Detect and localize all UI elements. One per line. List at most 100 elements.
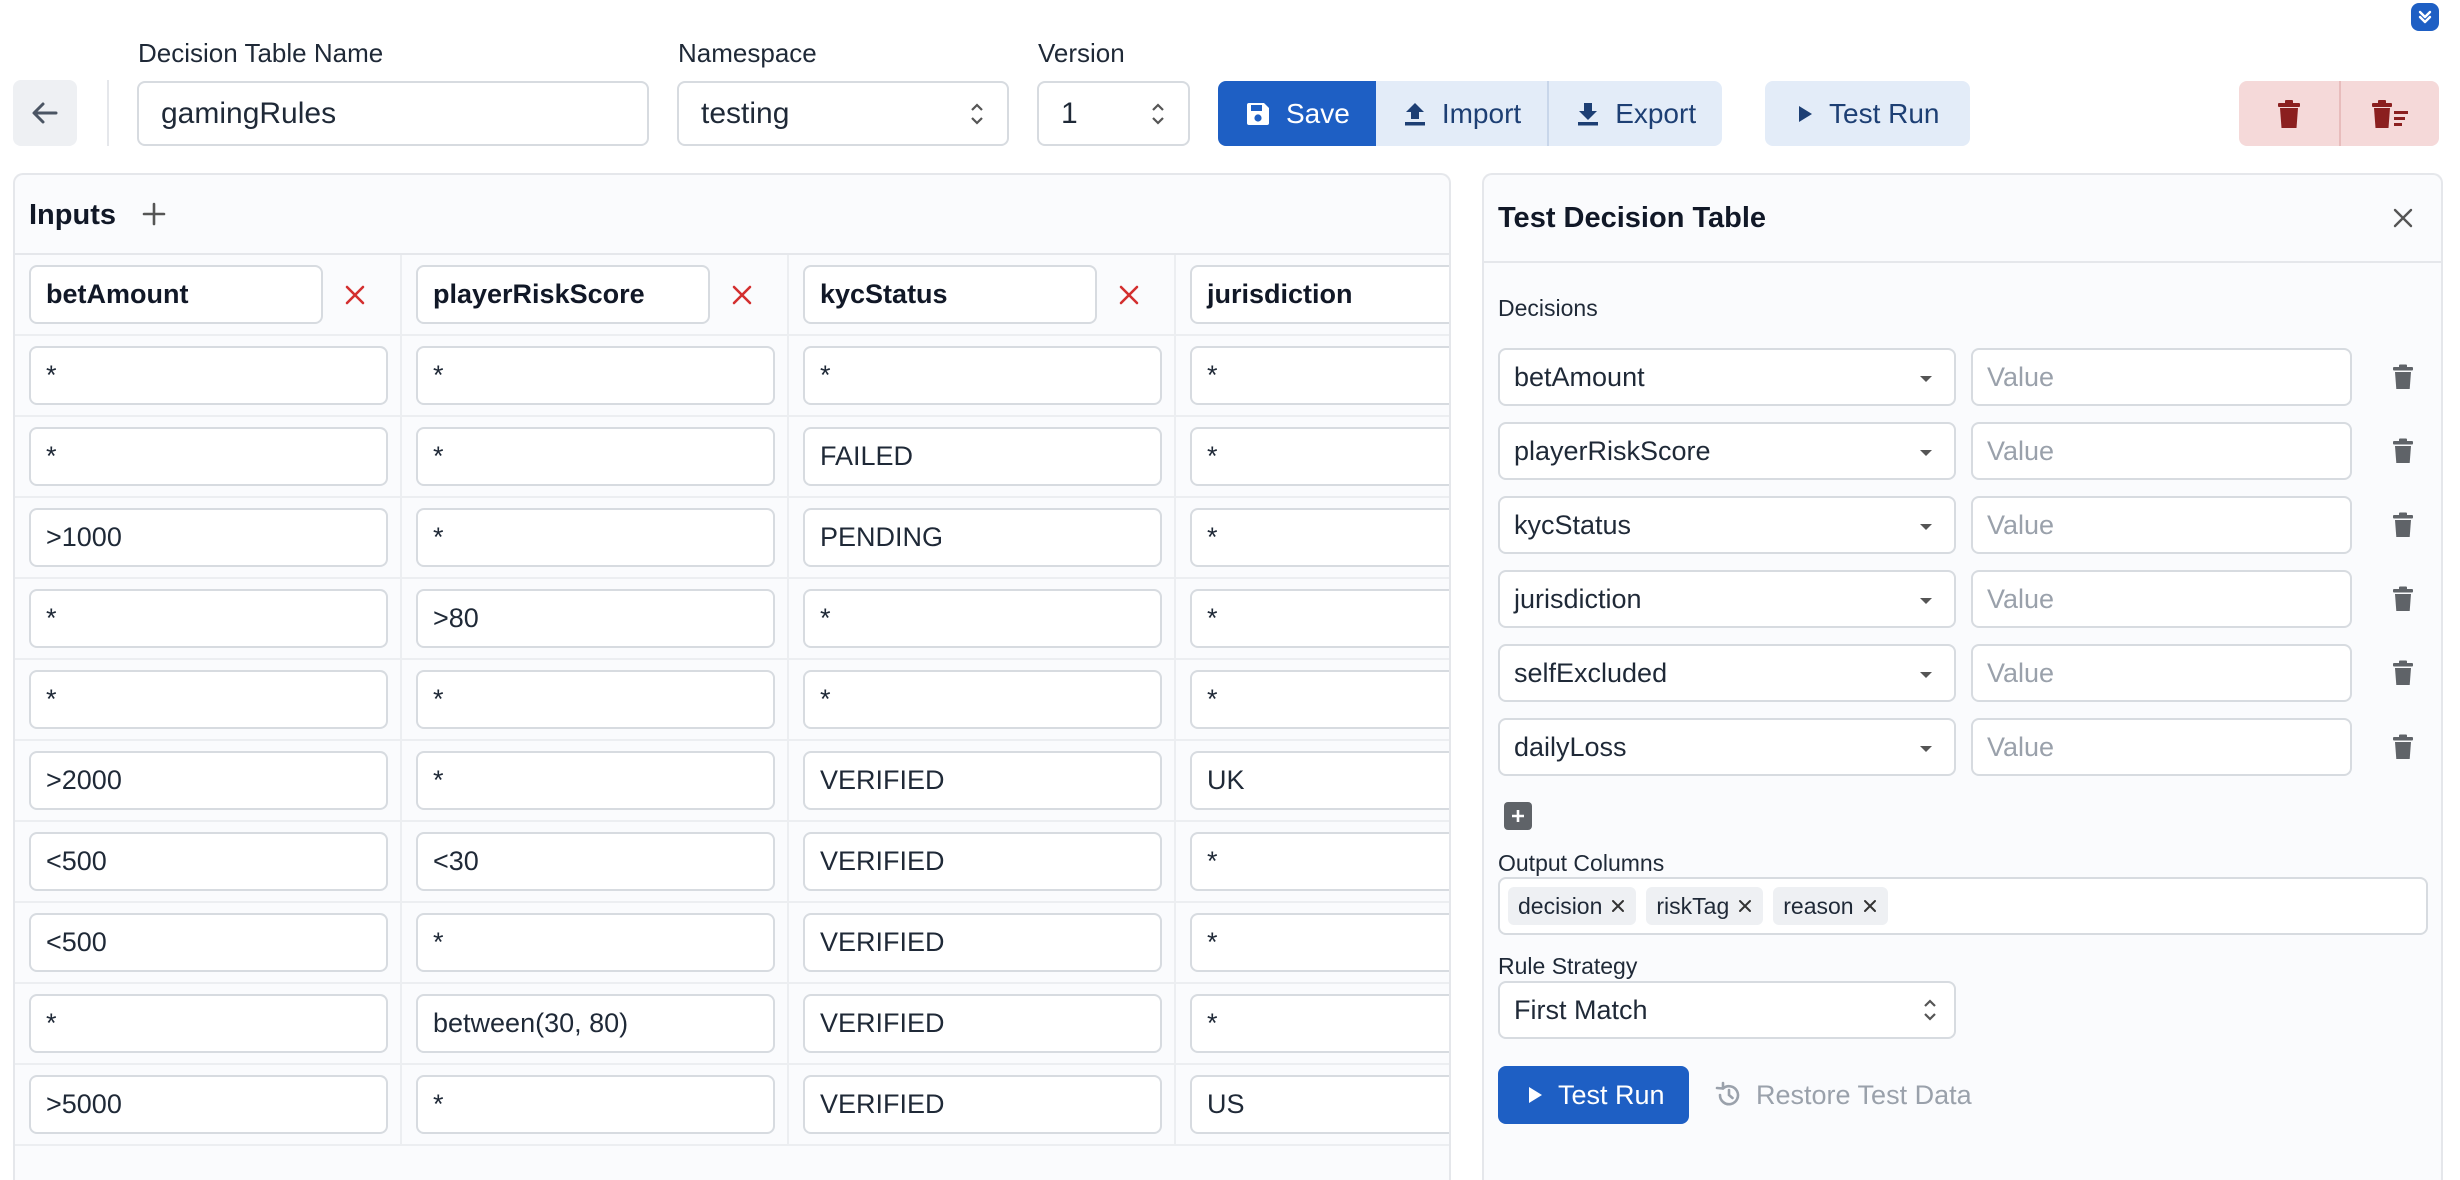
column-name-input[interactable]: kycStatus <box>803 265 1097 324</box>
rule-row: >5000 * VERIFIED US <box>15 1065 1449 1146</box>
remove-chip-button[interactable] <box>1862 898 1878 914</box>
close-test-panel-button[interactable] <box>2385 200 2421 236</box>
inputs-panel: Inputs betAmount playerRiskScore kycStatus… <box>13 173 1451 1180</box>
rule-condition-input[interactable]: * <box>803 589 1162 648</box>
version-input[interactable]: 1 <box>1037 81 1190 146</box>
test-run-label: Test Run <box>1558 1079 1665 1110</box>
rule-condition-input[interactable]: * <box>1190 994 1449 1053</box>
decision-field-select[interactable]: kycStatus <box>1498 496 1956 554</box>
column-name-input[interactable]: betAmount <box>29 265 323 324</box>
remove-chip-button[interactable] <box>1610 898 1626 914</box>
output-columns-input[interactable]: decision riskTag reason <box>1498 877 2428 935</box>
rule-condition-input[interactable]: VERIFIED <box>803 751 1162 810</box>
add-decision-button[interactable] <box>1504 802 1532 830</box>
rule-condition-input[interactable]: VERIFIED <box>803 832 1162 891</box>
rule-condition-input[interactable]: PENDING <box>803 508 1162 567</box>
remove-column-button[interactable] <box>337 277 373 313</box>
rule-condition-input[interactable]: * <box>29 994 388 1053</box>
rule-condition-input[interactable]: * <box>416 1075 775 1134</box>
rule-condition-input[interactable]: * <box>29 346 388 405</box>
column-name-input[interactable]: jurisdiction <box>1190 265 1449 324</box>
remove-column-button[interactable] <box>1111 277 1147 313</box>
rule-condition-input[interactable]: FAILED <box>803 427 1162 486</box>
rule-condition-input[interactable]: * <box>416 913 775 972</box>
export-button[interactable]: Export <box>1547 81 1723 146</box>
rule-condition-input[interactable]: <30 <box>416 832 775 891</box>
rule-condition-input[interactable]: * <box>29 427 388 486</box>
rule-condition-input[interactable]: * <box>416 508 775 567</box>
namespace-select[interactable]: testing <box>677 81 1009 146</box>
remove-decision-button[interactable] <box>2388 434 2418 468</box>
rule-condition-input[interactable]: * <box>416 346 775 405</box>
rule-condition-input[interactable]: >2000 <box>29 751 388 810</box>
rule-condition-input[interactable]: * <box>1190 832 1449 891</box>
column-header-cell: jurisdiction <box>1176 255 1449 336</box>
file-actions-group: Save Import Export <box>1218 81 1723 146</box>
rule-condition-input[interactable]: VERIFIED <box>803 913 1162 972</box>
rule-condition-input[interactable]: * <box>29 589 388 648</box>
rule-condition-input[interactable]: VERIFIED <box>803 1075 1162 1134</box>
rule-condition-input[interactable]: between(30, 80) <box>416 994 775 1053</box>
rule-condition-input[interactable]: * <box>1190 589 1449 648</box>
decision-field-select[interactable]: playerRiskScore <box>1498 422 1956 480</box>
remove-decision-button[interactable] <box>2388 656 2418 690</box>
collapse-toggle-button[interactable] <box>2411 3 2439 31</box>
remove-decision-button[interactable] <box>2388 730 2418 764</box>
decision-field-value: betAmount <box>1514 361 1645 392</box>
rule-row: * * * * <box>15 660 1449 741</box>
decision-field-select[interactable]: selfExcluded <box>1498 644 1956 702</box>
decision-value-input[interactable]: Value <box>1971 496 2352 554</box>
column-name-input[interactable]: playerRiskScore <box>416 265 710 324</box>
add-input-button[interactable] <box>137 197 171 231</box>
toolbar-divider <box>107 80 109 146</box>
rule-cell: * <box>1176 498 1449 579</box>
test-run-button[interactable]: Test Run <box>1498 1066 1689 1124</box>
stepper-arrows-icon[interactable] <box>1150 100 1166 128</box>
rule-condition-input[interactable]: * <box>416 670 775 729</box>
rule-condition-input[interactable]: VERIFIED <box>803 994 1162 1053</box>
rule-cell: * <box>789 579 1176 660</box>
rule-condition-input[interactable]: * <box>1190 508 1449 567</box>
rule-condition-input[interactable]: * <box>416 427 775 486</box>
rule-condition-input[interactable]: * <box>803 346 1162 405</box>
decision-value-input[interactable]: Value <box>1971 570 2352 628</box>
rule-condition-input[interactable]: <500 <box>29 913 388 972</box>
remove-decision-button[interactable] <box>2388 508 2418 542</box>
decision-field-select[interactable]: betAmount <box>1498 348 1956 406</box>
rule-condition-input[interactable]: * <box>1190 346 1449 405</box>
export-label: Export <box>1615 97 1697 129</box>
decision-field-select[interactable]: jurisdiction <box>1498 570 1956 628</box>
rule-condition-input[interactable]: >5000 <box>29 1075 388 1134</box>
delete-all-button[interactable] <box>2339 81 2439 146</box>
decision-table-name-input[interactable]: gamingRules <box>137 81 649 146</box>
rule-condition-input[interactable]: UK <box>1190 751 1449 810</box>
rule-condition-input[interactable]: >1000 <box>29 508 388 567</box>
rule-condition-input[interactable]: * <box>803 670 1162 729</box>
import-button[interactable]: Import <box>1375 81 1548 146</box>
save-button[interactable]: Save <box>1218 81 1376 146</box>
rule-condition-input[interactable]: US <box>1190 1075 1449 1134</box>
back-button[interactable] <box>13 80 77 146</box>
decision-value-input[interactable]: Value <box>1971 718 2352 776</box>
rule-condition-input[interactable]: * <box>29 670 388 729</box>
rule-cell: <500 <box>15 822 402 903</box>
remove-column-button[interactable] <box>724 277 760 313</box>
remove-chip-button[interactable] <box>1737 898 1753 914</box>
test-run-top-button[interactable]: Test Run <box>1765 81 1970 146</box>
decision-field-select[interactable]: dailyLoss <box>1498 718 1956 776</box>
decision-value-input[interactable]: Value <box>1971 348 2352 406</box>
restore-test-data-button[interactable]: Restore Test Data <box>1714 1066 1972 1124</box>
delete-button[interactable] <box>2239 81 2339 146</box>
rule-condition-input[interactable]: * <box>1190 670 1449 729</box>
rule-condition-input[interactable]: * <box>1190 913 1449 972</box>
remove-decision-button[interactable] <box>2388 360 2418 394</box>
rule-condition-input[interactable]: <500 <box>29 832 388 891</box>
decision-value-input[interactable]: Value <box>1971 422 2352 480</box>
rule-condition-input[interactable]: * <box>416 751 775 810</box>
remove-decision-button[interactable] <box>2388 582 2418 616</box>
rule-strategy-select[interactable]: First Match <box>1498 981 1956 1039</box>
rule-condition-input[interactable]: * <box>1190 427 1449 486</box>
arrow-left-icon <box>32 102 58 124</box>
decision-value-input[interactable]: Value <box>1971 644 2352 702</box>
rule-condition-input[interactable]: >80 <box>416 589 775 648</box>
